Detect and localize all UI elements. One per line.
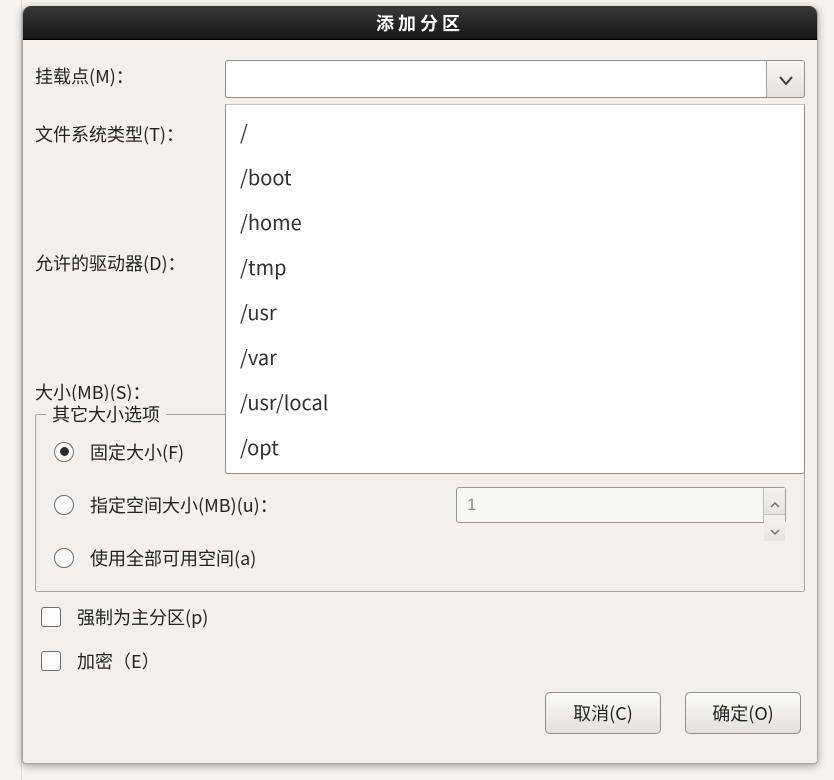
mount-point-field: / /boot /home /tmp /usr /var /usr/local … — [225, 60, 805, 98]
mount-option-boot[interactable]: /boot — [226, 154, 804, 199]
spin-down-button[interactable] — [764, 515, 785, 541]
chevron-down-icon — [770, 515, 780, 541]
spin-up-button[interactable] — [764, 488, 785, 515]
spin-buttons — [763, 488, 785, 522]
mount-option-usr[interactable]: /usr — [226, 289, 804, 334]
radio-fixed-label: 固定大小(F) — [90, 439, 184, 465]
radio-use-all[interactable] — [54, 548, 74, 568]
background-edge — [0, 0, 22, 780]
force-primary-checkbox[interactable] — [41, 607, 61, 627]
mount-point-row: 挂载点(M)： / /boot /home /tmp /usr — [35, 60, 805, 98]
mount-point-label: 挂载点(M)： — [35, 60, 225, 89]
encrypt-checkbox[interactable] — [41, 651, 61, 671]
window-titlebar: 添加分区 — [23, 6, 817, 40]
radio-use-all-label: 使用全部可用空间(a) — [90, 545, 256, 571]
mount-point-combobox[interactable] — [225, 60, 805, 98]
size-options-legend: 其它大小选项 — [46, 401, 166, 427]
window-title: 添加分区 — [376, 10, 464, 36]
mount-point-dropdown-button[interactable] — [766, 61, 804, 97]
mount-option-opt[interactable]: /opt — [226, 424, 804, 469]
encrypt-row[interactable]: 加密（E） — [41, 648, 805, 674]
mount-option-usrlocal[interactable]: /usr/local — [226, 379, 804, 424]
fs-type-label: 文件系统类型(T)： — [35, 118, 225, 147]
mount-option-home[interactable]: /home — [226, 199, 804, 244]
ok-button[interactable]: 确定(O) — [685, 692, 801, 734]
allowed-drives-label: 允许的驱动器(D)： — [35, 247, 225, 276]
force-primary-row[interactable]: 强制为主分区(p) — [41, 604, 805, 630]
radio-fixed[interactable] — [54, 442, 74, 462]
dialog-content: 挂载点(M)： / /boot /home /tmp /usr — [23, 40, 817, 746]
chevron-up-icon — [770, 488, 780, 514]
mount-option-tmp[interactable]: /tmp — [226, 244, 804, 289]
radio-row-useall[interactable]: 使用全部可用空间(a) — [54, 545, 786, 571]
specify-size-input[interactable] — [457, 488, 763, 522]
dialog-button-bar: 取消(C) 确定(O) — [35, 692, 805, 734]
mount-option-root[interactable]: / — [226, 109, 804, 154]
encrypt-label: 加密（E） — [77, 648, 160, 674]
cancel-button[interactable]: 取消(C) — [545, 692, 661, 734]
radio-specify[interactable] — [54, 495, 74, 515]
radio-specify-label: 指定空间大小(MB)(u)： — [90, 492, 278, 518]
radio-row-specify[interactable]: 指定空间大小(MB)(u)： — [54, 487, 786, 523]
specify-size-spinbox[interactable] — [456, 487, 786, 523]
add-partition-dialog: 添加分区 挂载点(M)： / /boot /home / — [22, 6, 818, 764]
force-primary-label: 强制为主分区(p) — [77, 604, 208, 630]
mount-option-var[interactable]: /var — [226, 334, 804, 379]
chevron-down-icon — [779, 66, 793, 92]
mount-point-input[interactable] — [226, 61, 766, 97]
mount-point-dropdown-list: / /boot /home /tmp /usr /var /usr/local … — [225, 104, 805, 474]
